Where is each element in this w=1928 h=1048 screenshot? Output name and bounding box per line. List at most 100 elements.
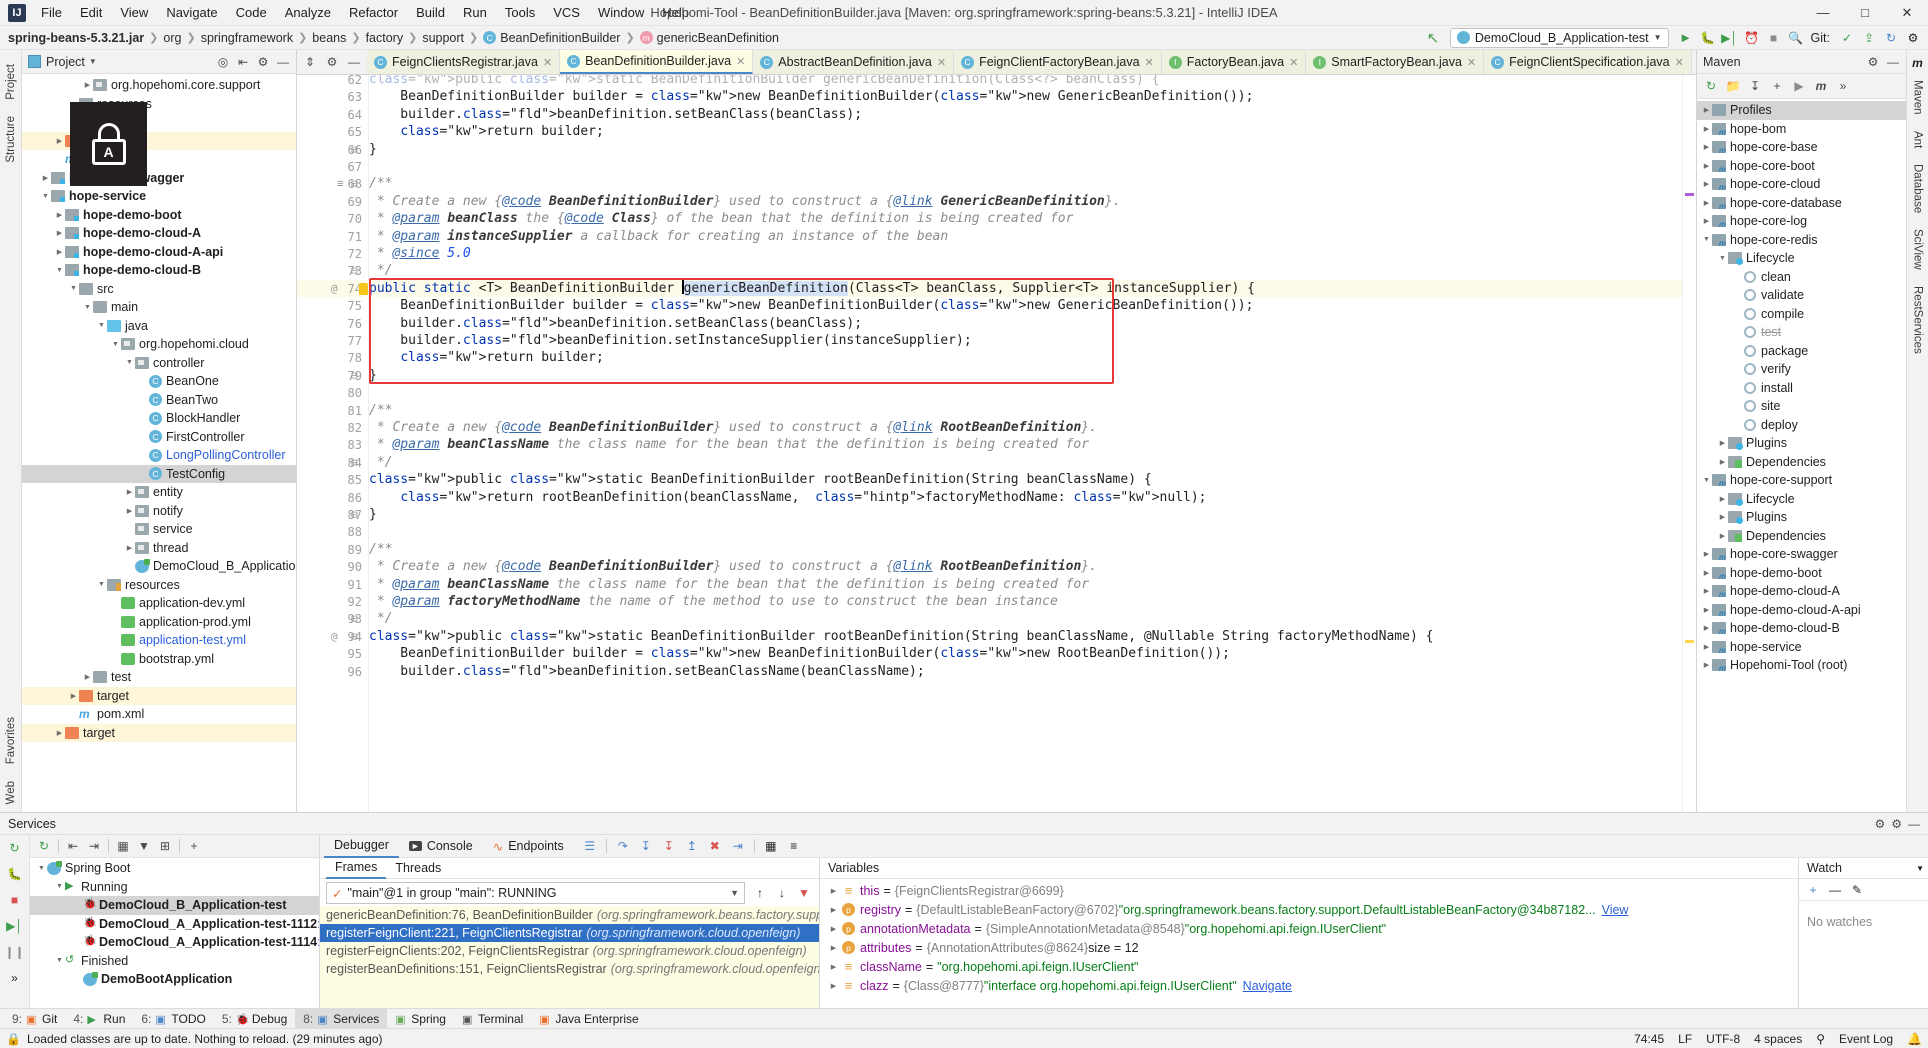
- tree-row[interactable]: ▼ Spring Boot: [30, 859, 319, 878]
- close-icon[interactable]: ✕: [543, 56, 552, 69]
- debug-icon[interactable]: 🐛: [5, 865, 25, 883]
- code-line[interactable]: class="kw">public class="kw">static Bean…: [369, 471, 1152, 488]
- fold-marker[interactable]: ⊟: [351, 369, 358, 382]
- twisty-collapsed[interactable]: ▶: [124, 487, 135, 498]
- maximize-button[interactable]: □: [1844, 0, 1886, 26]
- code-line[interactable]: */: [369, 262, 393, 279]
- menu-item-edit[interactable]: Edit: [71, 2, 111, 23]
- tab-endpoints[interactable]: ∿ Endpoints: [483, 835, 574, 858]
- tree-row[interactable]: verify: [1697, 360, 1906, 379]
- tool-window-button-todo[interactable]: 6: ▣ TODO: [133, 1009, 213, 1029]
- resume-icon[interactable]: ▶│: [5, 917, 25, 935]
- tree-row[interactable]: ▼ main: [22, 298, 296, 317]
- code-line[interactable]: public static <T> BeanDefinitionBuilder …: [369, 279, 1255, 297]
- twisty-collapsed[interactable]: ▶: [1701, 123, 1712, 134]
- menu-item-build[interactable]: Build: [407, 2, 454, 23]
- filter-icon[interactable]: ▼: [134, 837, 154, 856]
- menu-item-help[interactable]: Help: [653, 2, 698, 23]
- code-line[interactable]: */: [369, 454, 393, 471]
- tree-row[interactable]: ▶ hope-service: [1697, 638, 1906, 657]
- code-line[interactable]: /**: [369, 541, 392, 558]
- tree-row[interactable]: m pom.xml: [22, 705, 296, 724]
- tree-row[interactable]: ▶ target: [22, 686, 296, 705]
- twisty-collapsed[interactable]: ▶: [828, 961, 839, 972]
- add-service-icon[interactable]: +: [184, 837, 204, 856]
- maven-toolbar[interactable]: ↻ 📁 ↧ + ▶ m »: [1697, 74, 1906, 99]
- tree-row[interactable]: DemoBootApplication: [30, 970, 319, 989]
- twisty-collapsed[interactable]: ▶: [828, 980, 839, 991]
- run-icon[interactable]: ►: [1675, 28, 1697, 48]
- editor-tab[interactable]: C FeignClientsRegistrar.java ✕: [367, 50, 561, 74]
- tree-row[interactable]: ▼ hope-service: [22, 187, 296, 206]
- code-editor[interactable]: 62 63 64 65 66 ⊟ 67 68 ⊟ ≡ 69 70 71 72 73 ⊟ 74 @75 76 77 78 7…: [297, 75, 1696, 812]
- frames-actions[interactable]: ↑ ↓ ▼: [751, 884, 819, 902]
- twisty-collapsed[interactable]: ▶: [1701, 623, 1712, 634]
- twisty-collapsed[interactable]: ▶: [82, 80, 93, 91]
- breadcrumb-item-org[interactable]: org: [163, 31, 181, 45]
- minimize-button[interactable]: —: [1802, 0, 1844, 26]
- tree-row[interactable]: ▶ hope-demo-boot: [1697, 564, 1906, 583]
- editor-tab[interactable]: C AbstractBeanDefinition.java ✕: [753, 50, 955, 74]
- stack-frame-row[interactable]: registerBeanDefinitions:151, FeignClient…: [320, 960, 819, 978]
- file-encoding[interactable]: UTF-8: [1706, 1032, 1740, 1046]
- variable-extra[interactable]: Navigate: [1243, 979, 1292, 993]
- menu-item-window[interactable]: Window: [589, 2, 653, 23]
- twisty-expanded[interactable]: ▼: [1717, 253, 1728, 264]
- tree-row[interactable]: application-test.yml: [22, 631, 296, 650]
- twisty-collapsed[interactable]: ▶: [1701, 586, 1712, 597]
- code-line[interactable]: BeanDefinitionBuilder builder = class="k…: [369, 645, 1230, 662]
- refresh-icon[interactable]: ↻: [34, 837, 54, 856]
- breadcrumb[interactable]: spring-beans-5.3.21.jar ❯ org ❯ springfr…: [8, 31, 779, 45]
- tree-row[interactable]: ▶ Dependencies: [1697, 453, 1906, 472]
- tree-row[interactable]: DemoCloud_B_Application: [22, 557, 296, 576]
- tree-row[interactable]: ▶ hope-demo-cloud-A: [22, 224, 296, 243]
- tool-button-ant[interactable]: Ant: [1912, 131, 1924, 148]
- hide-panel-icon[interactable]: —: [1908, 817, 1920, 831]
- twisty-collapsed[interactable]: ▶: [54, 228, 65, 239]
- tree-row[interactable]: ▶ hope-demo-cloud-A-api: [1697, 601, 1906, 620]
- execute-goal-icon[interactable]: ▶: [1789, 76, 1809, 96]
- twisty-expanded[interactable]: ▼: [1701, 234, 1712, 245]
- editor-tab[interactable]: C FeignClientSpecification.java ✕: [1484, 50, 1692, 74]
- tree-row[interactable]: ▶ hope-core-log: [1697, 212, 1906, 231]
- frames-list[interactable]: genericBeanDefinition:76, BeanDefinition…: [320, 906, 819, 1008]
- twisty-collapsed[interactable]: ▶: [1701, 179, 1712, 190]
- variable-row[interactable]: ▶ ≡ this = {FeignClientsRegistrar@6699}: [820, 881, 1798, 900]
- thread-selector[interactable]: ✓ "main"@1 in group "main": RUNNING ▼: [326, 882, 745, 904]
- editor-tab[interactable]: I SmartFactoryBean.java ✕: [1306, 50, 1485, 74]
- hide-panel-icon[interactable]: —: [274, 53, 292, 71]
- tree-row[interactable]: ▼ Lifecycle: [1697, 249, 1906, 268]
- tool-button-sciview[interactable]: SciView: [1912, 229, 1924, 270]
- breadcrumb-item-factory[interactable]: factory: [366, 31, 404, 45]
- tree-row[interactable]: ▶ Plugins: [1697, 434, 1906, 453]
- move-down-icon[interactable]: ↓: [773, 884, 791, 902]
- tree-row[interactable]: ▶ hope-core-swagger: [1697, 545, 1906, 564]
- edit-watch-icon[interactable]: ✎: [1848, 881, 1866, 899]
- menu-item-run[interactable]: Run: [454, 2, 496, 23]
- tree-row[interactable]: ▶ Hopehomi-Tool (root): [1697, 656, 1906, 675]
- tool-button-project[interactable]: Project: [5, 64, 17, 100]
- force-step-into-icon[interactable]: ↧: [659, 837, 679, 856]
- tree-row[interactable]: C BeanTwo: [22, 391, 296, 410]
- editor-tab[interactable]: C BeanDefinitionBuilder.java ✕: [560, 50, 754, 74]
- tree-row[interactable]: test: [22, 113, 296, 132]
- debug-icon[interactable]: 🐛: [1697, 28, 1719, 48]
- caret-position[interactable]: 74:45: [1634, 1032, 1664, 1046]
- tree-row[interactable]: ▶ hope-core-database: [1697, 194, 1906, 213]
- twisty-expanded[interactable]: ▼: [54, 881, 65, 892]
- tab-debugger[interactable]: Debugger: [324, 835, 399, 858]
- code-line[interactable]: builder.class="fld">beanDefinition.setBe…: [369, 315, 862, 332]
- menu-item-file[interactable]: File: [32, 2, 71, 23]
- code-line[interactable]: BeanDefinitionBuilder builder = class="k…: [369, 297, 1253, 314]
- tree-row[interactable]: ▶ Dependencies: [1697, 527, 1906, 546]
- step-over-icon[interactable]: ↷: [613, 837, 633, 856]
- settings-gear-icon[interactable]: ⚙: [1902, 28, 1924, 48]
- code-line[interactable]: * Create a new {@code BeanDefinitionBuil…: [369, 193, 1121, 210]
- more-icon[interactable]: »: [1833, 76, 1853, 96]
- notifications-icon[interactable]: 🔔: [1907, 1032, 1922, 1046]
- twisty-expanded[interactable]: ▼: [96, 579, 107, 590]
- twisty-collapsed[interactable]: ▶: [124, 505, 135, 516]
- twisty-collapsed[interactable]: ▶: [1701, 142, 1712, 153]
- event-log-label[interactable]: Event Log: [1839, 1032, 1893, 1046]
- expand-all-icon[interactable]: ⇤: [63, 837, 83, 856]
